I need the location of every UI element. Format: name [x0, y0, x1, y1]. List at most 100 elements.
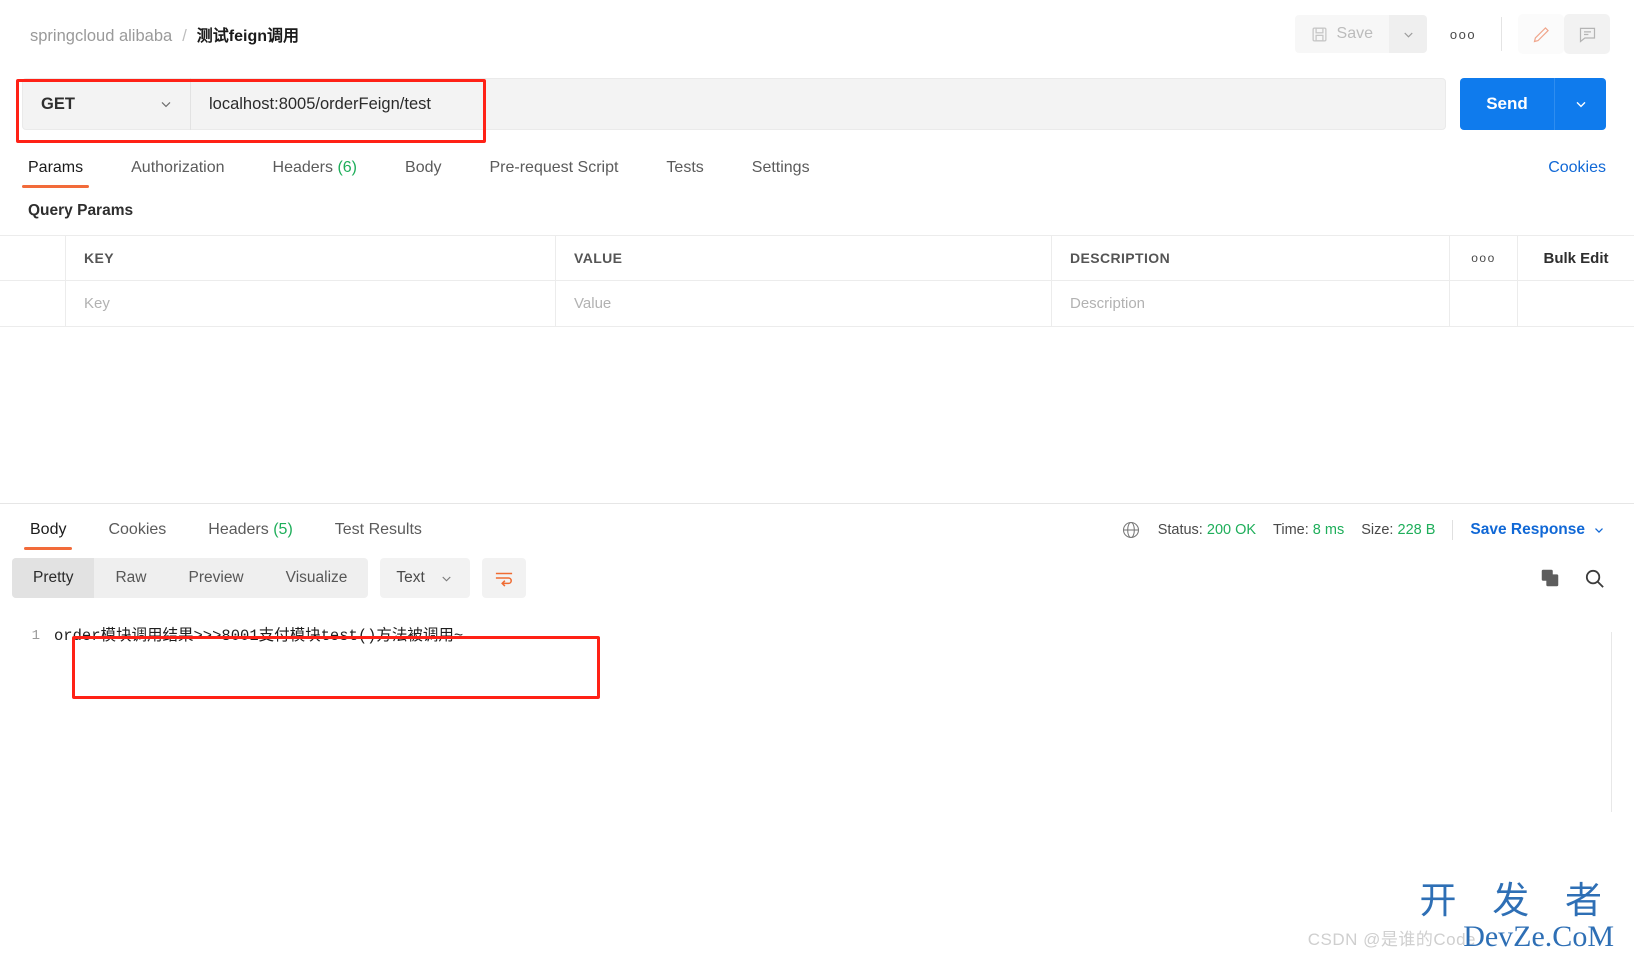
status-divider: [1452, 520, 1454, 540]
request-tabs: Params Authorization Headers (6) Body Pr…: [0, 140, 1634, 188]
response-tab-body[interactable]: Body: [24, 521, 73, 550]
chevron-down-icon: [158, 96, 174, 112]
chevron-down-icon: [1592, 523, 1606, 537]
wrap-lines-button[interactable]: [481, 558, 526, 598]
tab-pre-request-script[interactable]: Pre-request Script: [483, 159, 624, 188]
key-input[interactable]: Key: [66, 281, 556, 326]
comment-icon: [1577, 24, 1598, 45]
response-format-select[interactable]: Text: [380, 558, 470, 598]
watermark-en-text: DevZe.CoM: [1463, 919, 1614, 953]
table-header-row: KEY VALUE DESCRIPTION ooo Bulk Edit: [0, 236, 1634, 281]
method-label: GET: [41, 94, 75, 113]
row-trailing-cell: [1518, 281, 1634, 326]
chevron-down-icon: [1573, 96, 1589, 112]
tab-settings-label: Settings: [751, 159, 810, 176]
size-value: 228 B: [1397, 522, 1436, 538]
comments-button[interactable]: [1564, 14, 1610, 54]
tab-body[interactable]: Body: [399, 159, 447, 188]
send-button-label: Send: [1486, 94, 1528, 113]
more-actions-button[interactable]: ooo: [1441, 15, 1485, 53]
wrap-text-icon: [493, 569, 515, 587]
code-line: 1 order模块调用结果>>>8001支付模块test()方法被调用~: [0, 622, 1634, 650]
save-response-button[interactable]: Save Response: [1470, 521, 1606, 539]
line-number: 1: [31, 628, 40, 644]
cookies-link[interactable]: Cookies: [1548, 159, 1606, 188]
breadcrumb-request-name[interactable]: 测试feign调用: [197, 22, 299, 46]
method-url-group: GET: [22, 78, 1446, 130]
tab-headers-count: (6): [337, 159, 358, 176]
save-button-label: Save: [1336, 25, 1373, 42]
response-body-content[interactable]: 1 order模块调用结果>>>8001支付模块test()方法被调用~: [0, 606, 1634, 856]
chevron-down-icon: [1401, 27, 1416, 42]
tab-params-label: Params: [28, 159, 84, 176]
tab-params[interactable]: Params: [22, 159, 90, 188]
method-selector[interactable]: GET: [23, 78, 191, 130]
tab-authorization-label: Authorization: [131, 159, 225, 176]
response-format-value: Text: [396, 569, 425, 586]
response-body-tools-right: [1539, 567, 1606, 590]
header-checkbox-cell: [0, 236, 66, 280]
response-tabs: Body Cookies Headers (5) Test Results St…: [0, 504, 1634, 550]
globe-icon[interactable]: [1121, 520, 1141, 540]
response-tab-test-results-label: Test Results: [334, 521, 422, 538]
send-group: Send: [1460, 78, 1606, 130]
ooo-icon: ooo: [1471, 251, 1496, 265]
header-actions: Save ooo: [1294, 14, 1610, 54]
site-watermark: 开 发 者 DevZe.CoM: [1419, 878, 1614, 953]
tab-tests[interactable]: Tests: [660, 159, 709, 188]
search-icon[interactable]: [1583, 567, 1606, 590]
edit-request-button[interactable]: [1518, 14, 1564, 54]
params-options-button[interactable]: ooo: [1450, 236, 1518, 280]
bulk-edit-button[interactable]: Bulk Edit: [1518, 236, 1634, 280]
status-value: 200 OK: [1206, 522, 1257, 538]
response-scroll-rail[interactable]: [1611, 632, 1612, 812]
response-tab-headers[interactable]: Headers (5): [202, 521, 299, 550]
response-body-toolbar: Pretty Raw Preview Visualize Text: [0, 550, 1634, 606]
view-mode-segmented-control: Pretty Raw Preview Visualize: [12, 558, 369, 598]
params-empty-space: [0, 327, 1634, 503]
send-options-caret[interactable]: [1554, 78, 1606, 130]
column-header-value: VALUE: [556, 236, 1052, 280]
status-group: Status: 200 OK: [1158, 522, 1256, 538]
ooo-icon: ooo: [1449, 26, 1477, 42]
description-input[interactable]: Description: [1052, 281, 1450, 326]
response-tab-test-results[interactable]: Test Results: [329, 521, 428, 550]
tab-body-label: Body: [405, 159, 442, 176]
send-button[interactable]: Send: [1460, 78, 1554, 130]
response-tab-headers-label: Headers: [208, 521, 269, 538]
url-input[interactable]: [191, 78, 1445, 130]
breadcrumb: springcloud alibaba / 测试feign调用: [30, 22, 299, 46]
time-value: 8 ms: [1312, 522, 1345, 538]
save-response-label: Save Response: [1470, 521, 1585, 538]
time-group: Time: 8 ms: [1273, 522, 1344, 538]
save-options-caret[interactable]: [1389, 15, 1427, 53]
request-url-row: GET Send: [0, 68, 1634, 140]
response-tab-headers-count: (5): [273, 521, 293, 538]
view-mode-raw[interactable]: Raw: [94, 558, 167, 598]
header-divider: [1501, 17, 1502, 51]
column-header-key: KEY: [66, 236, 556, 280]
response-tab-cookies-label: Cookies: [108, 521, 167, 538]
tab-headers[interactable]: Headers (6): [267, 159, 364, 188]
postman-window: springcloud alibaba / 测试feign调用 Save ooo…: [0, 0, 1634, 970]
tab-pre-request-script-label: Pre-request Script: [489, 159, 619, 176]
column-header-description: DESCRIPTION: [1052, 236, 1450, 280]
breadcrumb-separator: /: [182, 27, 187, 45]
response-section: Body Cookies Headers (5) Test Results St…: [0, 503, 1634, 856]
response-status-bar: Status: 200 OK Time: 8 ms Size: 228 B Sa…: [1121, 520, 1606, 550]
time-label: Time:: [1273, 522, 1309, 538]
row-checkbox-cell[interactable]: [0, 281, 66, 326]
watermark-cn-text: 开 发 者: [1419, 878, 1614, 922]
view-mode-pretty[interactable]: Pretty: [12, 558, 95, 598]
view-mode-preview[interactable]: Preview: [168, 558, 265, 598]
view-mode-visualize[interactable]: Visualize: [265, 558, 369, 598]
status-label: Status:: [1157, 522, 1203, 538]
copy-icon[interactable]: [1539, 567, 1561, 589]
breadcrumb-collection[interactable]: springcloud alibaba: [30, 27, 172, 46]
save-button[interactable]: Save: [1294, 15, 1389, 53]
tab-authorization[interactable]: Authorization: [125, 159, 230, 188]
tab-settings[interactable]: Settings: [746, 159, 816, 188]
value-input[interactable]: Value: [556, 281, 1052, 326]
response-tab-cookies[interactable]: Cookies: [102, 521, 172, 550]
pencil-icon: [1531, 24, 1552, 45]
